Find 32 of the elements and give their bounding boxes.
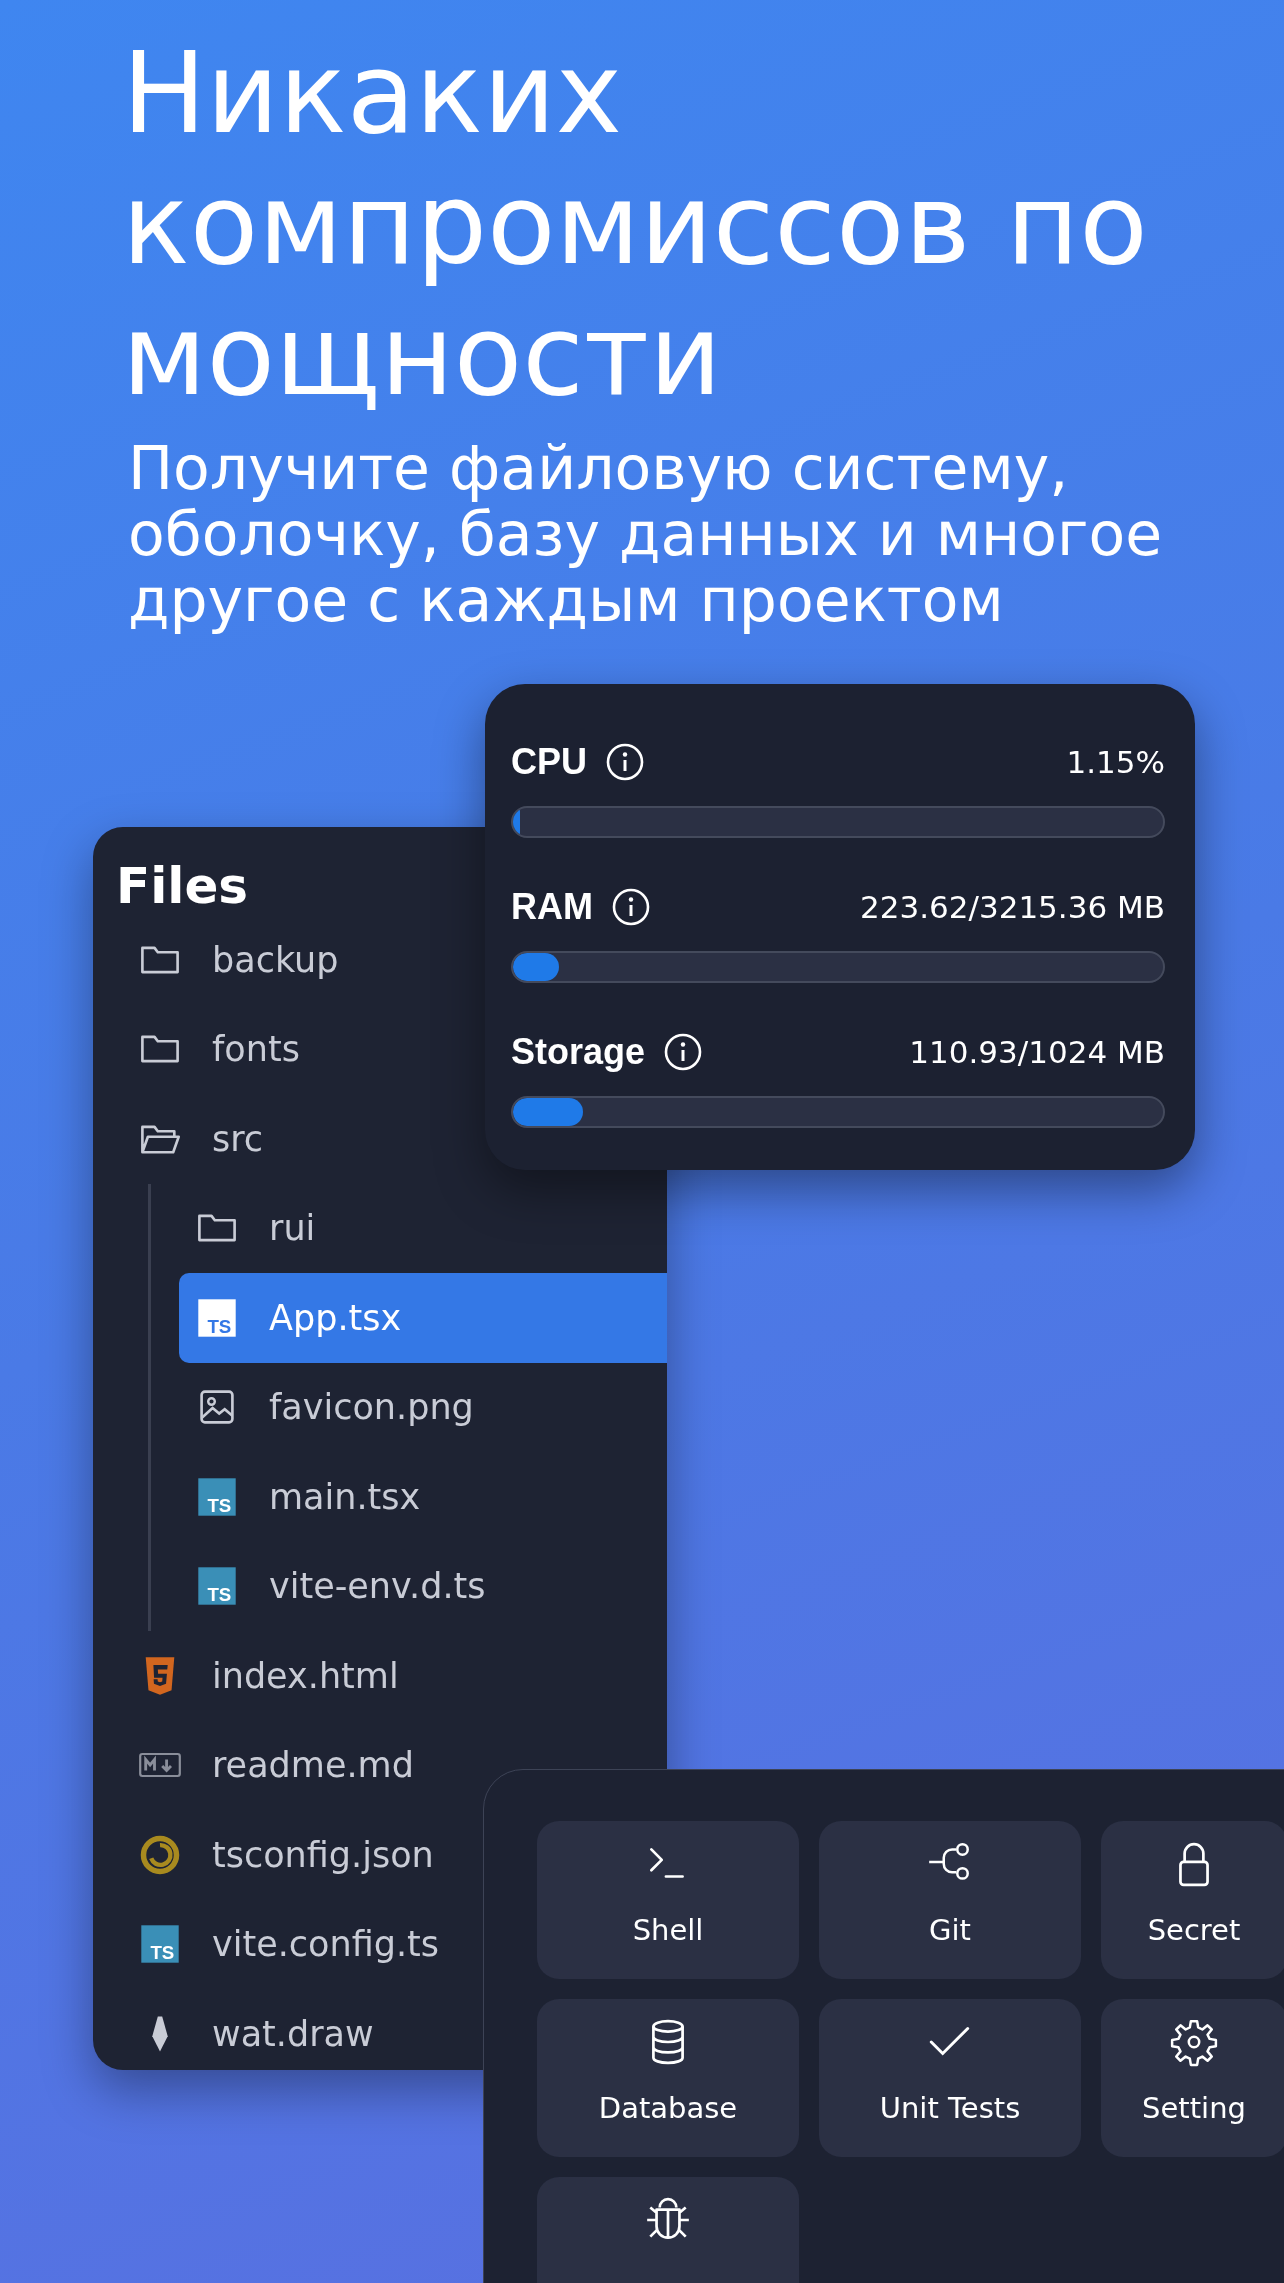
resource-label: Storage: [511, 1031, 646, 1073]
file-item[interactable]: index.html: [93, 1631, 407, 1721]
file-item[interactable]: src: [93, 1094, 272, 1184]
file-item[interactable]: rui: [179, 1183, 324, 1273]
resource-value: 110.93/1024 MB: [909, 1034, 1165, 1070]
file-item[interactable]: backup: [93, 915, 347, 1005]
file-item[interactable]: TS vite-env.d.ts: [179, 1541, 494, 1631]
info-icon[interactable]: [663, 1032, 704, 1072]
tool-button[interactable]: Unit Tests: [819, 1999, 1081, 2157]
resource-value: 223.62/3215.36 MB: [860, 889, 1165, 925]
settings-icon: [1169, 2017, 1219, 2067]
tool-button[interactable]: Git: [819, 1821, 1081, 1979]
tool-button[interactable]: Database: [537, 1999, 799, 2157]
file-item[interactable]: tsconfig.json: [93, 1810, 442, 1900]
info-icon[interactable]: [605, 742, 645, 782]
subtitle: Получите файловую систему, оболочку, базу данных и многое другое с каждым проектом: [128, 435, 1164, 633]
file-item[interactable]: TS main.tsx: [179, 1452, 429, 1542]
file-item[interactable]: fonts: [93, 1004, 308, 1094]
resource-label: RAM: [511, 886, 593, 928]
file-item[interactable]: favicon.png: [179, 1362, 482, 1452]
file-item[interactable]: TS App.tsx: [179, 1273, 667, 1363]
tool-button[interactable]: Shell: [537, 1821, 799, 1979]
resource-value: 1.15%: [1066, 744, 1165, 780]
panel-title: Files: [116, 857, 249, 915]
tool-button[interactable]: Setting: [1101, 1999, 1284, 2157]
headline: Никаких компромиссов по мощности: [122, 28, 1149, 421]
tool-button[interactable]: Secret: [1101, 1821, 1284, 1979]
file-item[interactable]: wat.draw: [93, 1989, 382, 2070]
file-item[interactable]: TS vite.config.ts: [93, 1899, 447, 1989]
resource-label: CPU: [511, 741, 587, 783]
file-item[interactable]: readme.md: [93, 1720, 422, 1810]
info-icon[interactable]: [611, 887, 651, 927]
